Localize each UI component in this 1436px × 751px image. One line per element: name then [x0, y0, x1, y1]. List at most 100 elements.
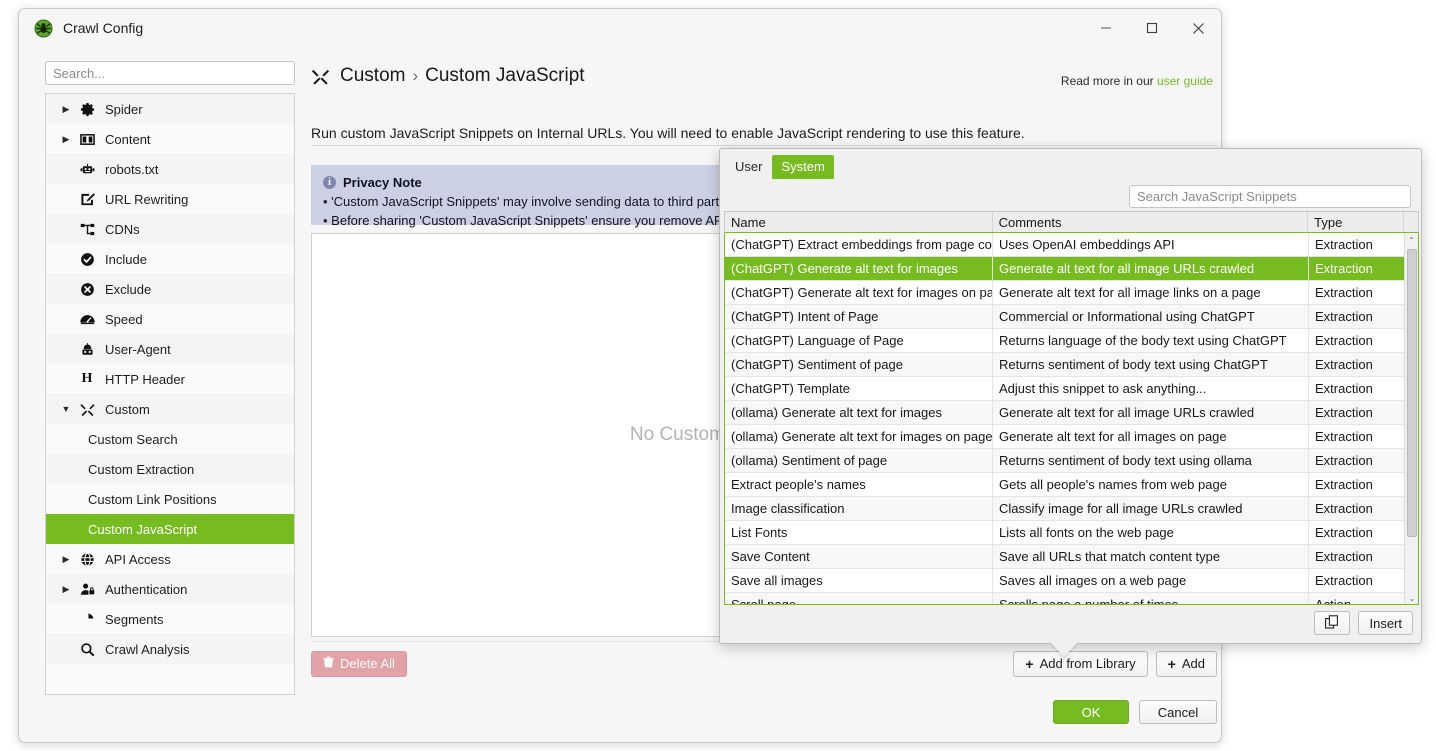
table-body: (ChatGPT) Extract embeddings from page c…: [725, 233, 1406, 605]
snippet-name-cell: (ChatGPT) Intent of Page: [725, 305, 993, 329]
table-row[interactable]: (ollama) Generate alt text for imagesGen…: [725, 401, 1406, 425]
chevron-down-icon[interactable]: ▼: [56, 404, 76, 414]
sidebar-item-spider[interactable]: ▶Spider: [46, 94, 294, 124]
sidebar-list: ▶Spider▶Content▶robots.txt▶URL Rewriting…: [45, 93, 295, 695]
snippet-type-cell: Extraction: [1309, 257, 1406, 281]
scroll-up-icon[interactable]: ⌃: [1405, 233, 1418, 247]
snippet-comments-cell: Commercial or Informational using ChatGP…: [993, 305, 1309, 329]
column-header-name[interactable]: Name: [725, 212, 993, 232]
sidebar-item-exclude[interactable]: ▶Exclude: [46, 274, 294, 304]
sidebar-item-custom-search[interactable]: Custom Search: [46, 424, 294, 454]
sidebar-item-http-header[interactable]: ▶HHTTP Header: [46, 364, 294, 394]
sidebar-item-label: User-Agent: [105, 343, 171, 356]
table-row[interactable]: List FontsLists all fonts on the web pag…: [725, 521, 1406, 545]
snippet-type-cell: Extraction: [1309, 353, 1406, 377]
sidebar-item-label: robots.txt: [105, 163, 158, 176]
sidebar-item-api-access[interactable]: ▶ API Access: [46, 544, 294, 574]
privacy-note-title: Privacy Note: [343, 175, 422, 190]
arrow-spacer: ▶: [56, 374, 76, 385]
sidebar-item-custom-link-positions[interactable]: Custom Link Positions: [46, 484, 294, 514]
table-row[interactable]: (ChatGPT) Intent of PageCommercial or In…: [725, 305, 1406, 329]
delete-all-button[interactable]: Delete All: [311, 651, 407, 677]
read-more: Read more in our user guide: [1061, 74, 1213, 88]
table-row[interactable]: (ChatGPT) Generate alt text for images o…: [725, 281, 1406, 305]
snippet-name-cell: (ChatGPT) Template: [725, 377, 993, 401]
column-header-type[interactable]: Type: [1308, 212, 1404, 232]
sidebar-item-segments[interactable]: ▶Segments: [46, 604, 294, 634]
snippet-comments-cell: Generate alt text for all image links on…: [993, 281, 1309, 305]
sidebar-item-url-rewriting[interactable]: ▶URL Rewriting: [46, 184, 294, 214]
snippet-type-cell: Extraction: [1309, 497, 1406, 521]
chevron-right-icon[interactable]: ▶: [56, 104, 76, 115]
sidebar-item-crawl-analysis[interactable]: ▶Crawl Analysis: [46, 634, 294, 664]
minimize-button[interactable]: [1083, 9, 1129, 47]
sidebar-item-label: CDNs: [105, 223, 140, 236]
globe-icon: [76, 552, 98, 567]
user-guide-link[interactable]: user guide: [1157, 74, 1213, 88]
snippet-type-cell: Extraction: [1309, 281, 1406, 305]
table-row[interactable]: Extract people's namesGets all people's …: [725, 473, 1406, 497]
table-row[interactable]: Save all imagesSaves all images on a web…: [725, 569, 1406, 593]
window-title: Crawl Config: [63, 20, 143, 36]
snippet-comments-cell: Adjust this snippet to ask anything...: [993, 377, 1309, 401]
snippet-comments-cell: Returns sentiment of body text using oll…: [993, 449, 1309, 473]
letter-h-icon: H: [76, 371, 98, 387]
arrow-spacer: ▶: [56, 614, 76, 625]
sidebar-item-cdns[interactable]: ▶CDNs: [46, 214, 294, 244]
table-body-frame: (ChatGPT) Extract embeddings from page c…: [724, 233, 1419, 605]
sidebar-item-label: Include: [105, 253, 147, 266]
close-button[interactable]: [1175, 9, 1221, 47]
tab-system[interactable]: System: [772, 155, 833, 179]
table-row[interactable]: (ChatGPT) Sentiment of pageReturns senti…: [725, 353, 1406, 377]
table-row[interactable]: (ChatGPT) Extract embeddings from page c…: [725, 233, 1406, 257]
table-row[interactable]: (ollama) Sentiment of pageReturns sentim…: [725, 449, 1406, 473]
table-row[interactable]: Image classificationClassify image for a…: [725, 497, 1406, 521]
breadcrumb-parent[interactable]: Custom: [340, 65, 405, 87]
sidebar-item-user-agent[interactable]: ▶User-Agent: [46, 334, 294, 364]
sidebar-search-input[interactable]: [45, 61, 295, 85]
sidebar-item-label: Custom Search: [88, 433, 178, 446]
tab-user[interactable]: User: [726, 155, 771, 179]
breadcrumb-separator: ›: [412, 66, 418, 86]
window-controls: [1083, 9, 1221, 47]
info-icon: i: [323, 176, 336, 189]
copy-button[interactable]: [1314, 611, 1350, 635]
sidebar-item-include[interactable]: ▶Include: [46, 244, 294, 274]
snippet-type-cell: Extraction: [1309, 545, 1406, 569]
maximize-button[interactable]: [1129, 9, 1175, 47]
sidebar-item-custom-javascript[interactable]: Custom JavaScript: [46, 514, 294, 544]
sidebar-item-label: API Access: [105, 553, 171, 566]
sidebar-item-custom-extraction[interactable]: Custom Extraction: [46, 454, 294, 484]
sidebar-item-robots-txt[interactable]: ▶robots.txt: [46, 154, 294, 184]
table-row[interactable]: (ChatGPT) Language of PageReturns langua…: [725, 329, 1406, 353]
table-row[interactable]: (ChatGPT) TemplateAdjust this snippet to…: [725, 377, 1406, 401]
table-row[interactable]: Scroll pageScrolls page a number of time…: [725, 593, 1406, 605]
sidebar-item-speed[interactable]: ▶Speed: [46, 304, 294, 334]
column-header-comments[interactable]: Comments: [993, 212, 1309, 232]
arrow-spacer: ▶: [56, 194, 76, 205]
snippet-search-input[interactable]: [1129, 185, 1411, 208]
snippet-name-cell: Image classification: [725, 497, 993, 521]
snippet-type-cell: Extraction: [1309, 305, 1406, 329]
chevron-right-icon[interactable]: ▶: [56, 554, 76, 565]
chevron-right-icon[interactable]: ▶: [56, 584, 76, 595]
sidebar-item-authentication[interactable]: ▶Authentication: [46, 574, 294, 604]
table-row[interactable]: Save ContentSave all URLs that match con…: [725, 545, 1406, 569]
table-row[interactable]: (ollama) Generate alt text for images on…: [725, 425, 1406, 449]
insert-button[interactable]: Insert: [1358, 611, 1413, 635]
arrow-spacer: ▶: [56, 314, 76, 325]
scroll-down-icon[interactable]: ⌄: [1405, 591, 1419, 605]
sidebar: ▶Spider▶Content▶robots.txt▶URL Rewriting…: [45, 61, 295, 695]
snippet-name-cell: Extract people's names: [725, 473, 993, 497]
snippet-comments-cell: Uses OpenAI embeddings API: [993, 233, 1309, 257]
table-scrollbar[interactable]: ⌃ ⌄: [1404, 233, 1418, 605]
chevron-right-icon[interactable]: ▶: [56, 134, 76, 145]
sidebar-item-content[interactable]: ▶Content: [46, 124, 294, 154]
snippet-name-cell: (ChatGPT) Extract embeddings from page c…: [725, 233, 993, 257]
scrollbar-thumb[interactable]: [1407, 249, 1417, 537]
sidebar-item-custom[interactable]: ▼Custom: [46, 394, 294, 424]
sitemap-icon: [76, 222, 98, 237]
spider-icon: [33, 18, 53, 38]
snippet-table: Name Comments Type (ChatGPT) Extract emb…: [724, 211, 1419, 751]
table-row[interactable]: (ChatGPT) Generate alt text for imagesGe…: [725, 257, 1406, 281]
